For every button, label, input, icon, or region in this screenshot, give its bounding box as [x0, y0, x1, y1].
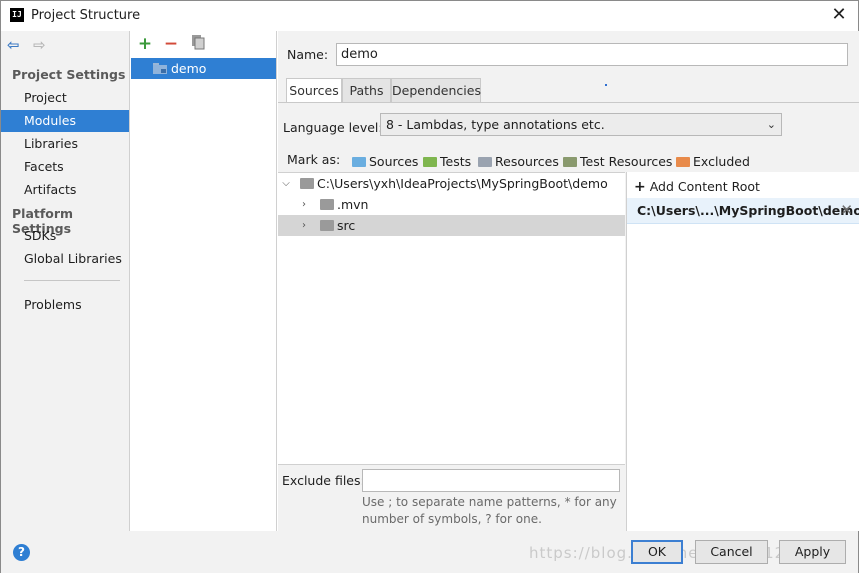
- project-structure-dialog: IJ Project Structure ✕ ⇦ ⇨ Project Setti…: [0, 0, 859, 573]
- exclude-files-hint: Use ; to separate name patterns, * for a…: [362, 495, 617, 526]
- tab-dependencies[interactable]: Dependencies: [391, 78, 481, 103]
- title-bar: IJ Project Structure ✕: [1, 1, 858, 31]
- tree-row-root[interactable]: ⌵ C:\Users\yxh\IdeaProjects\MySpringBoot…: [278, 173, 625, 194]
- sidebar-item-global-libraries[interactable]: Global Libraries: [1, 248, 129, 270]
- add-content-root-button[interactable]: + Add Content Root: [634, 179, 760, 195]
- test-resources-folder-icon: [563, 157, 577, 167]
- sidebar-item-sdks[interactable]: SDKs: [1, 225, 129, 247]
- sidebar-item-problems[interactable]: Problems: [1, 294, 129, 316]
- tree-root-label: C:\Users\yxh\IdeaProjects\MySpringBoot\d…: [317, 176, 608, 191]
- remove-module-icon[interactable]: −: [161, 34, 181, 54]
- forward-arrow-icon[interactable]: ⇨: [33, 36, 55, 54]
- content-root-path: C:\Users\...\MySpringBoot\demo: [637, 203, 859, 218]
- project-settings-heading: Project Settings: [12, 67, 126, 82]
- chevron-right-icon[interactable]: ›: [298, 215, 310, 236]
- module-label: demo: [171, 61, 207, 76]
- mark-excluded-button[interactable]: Excluded: [676, 154, 750, 170]
- ok-button[interactable]: OK: [631, 540, 683, 564]
- dialog-footer: ? https://blog.csdn.net/u012812754 OK Ca…: [1, 531, 858, 573]
- mark-test-resources-label: Test Resources: [580, 154, 673, 169]
- folder-icon: [320, 199, 334, 210]
- language-level-select[interactable]: 8 - Lambdas, type annotations etc. ⌄: [380, 113, 782, 136]
- back-arrow-icon[interactable]: ⇦: [7, 36, 29, 54]
- plus-icon: +: [634, 179, 646, 195]
- add-module-icon[interactable]: +: [135, 34, 155, 54]
- module-folder-icon: [153, 63, 167, 74]
- mark-resources-button[interactable]: Resources: [478, 154, 559, 170]
- tab-divider: [278, 102, 859, 103]
- mark-sources-label: Sources: [369, 154, 419, 169]
- chevron-down-icon: ⌄: [766, 118, 776, 131]
- sidebar-item-modules[interactable]: Modules: [1, 110, 129, 132]
- add-content-root-label: Add Content Root: [649, 179, 760, 194]
- window-title: Project Structure: [31, 8, 141, 23]
- language-level-label: Language level:: [283, 120, 383, 135]
- name-label: Name:: [287, 47, 329, 62]
- copy-module-icon[interactable]: [188, 34, 208, 54]
- module-item-demo[interactable]: demo: [131, 58, 276, 79]
- language-level-value: 8 - Lambdas, type annotations etc.: [386, 117, 605, 132]
- sidebar-divider: [24, 280, 120, 281]
- mark-tests-button[interactable]: Tests: [423, 154, 471, 170]
- tree-src-label: src: [337, 218, 356, 233]
- tests-folder-icon: [423, 157, 437, 167]
- mark-as-label: Mark as:: [287, 152, 341, 167]
- mark-excluded-label: Excluded: [693, 154, 750, 169]
- nav-arrows: ⇦ ⇨: [7, 36, 55, 54]
- module-name-input[interactable]: demo: [336, 43, 848, 66]
- source-tree: ⌵ C:\Users\yxh\IdeaProjects\MySpringBoot…: [278, 172, 625, 464]
- tab-sources[interactable]: Sources: [286, 78, 342, 103]
- content-root-item[interactable]: C:\Users\...\MySpringBoot\demo ✕: [627, 198, 859, 224]
- module-settings-panel: Name: demo Sources Paths Dependencies La…: [278, 31, 859, 531]
- sidebar-item-artifacts[interactable]: Artifacts: [1, 179, 129, 201]
- help-icon[interactable]: ?: [13, 544, 30, 561]
- mark-resources-label: Resources: [495, 154, 559, 169]
- close-window-icon[interactable]: ✕: [828, 5, 850, 27]
- excluded-folder-icon: [676, 157, 690, 167]
- mark-test-resources-button[interactable]: Test Resources: [563, 154, 672, 170]
- exclude-files-input[interactable]: [362, 469, 620, 492]
- tree-row-src[interactable]: › src: [278, 215, 625, 236]
- apply-button[interactable]: Apply: [779, 540, 846, 564]
- chevron-right-icon[interactable]: ›: [298, 194, 310, 215]
- sidebar-item-project[interactable]: Project: [1, 87, 129, 109]
- sidebar-item-facets[interactable]: Facets: [1, 156, 129, 178]
- stray-dot: [605, 84, 607, 86]
- settings-sidebar: ⇦ ⇨ Project Settings Project Modules Lib…: [1, 31, 130, 531]
- exclude-files-area: Exclude files: Use ; to separate name pa…: [278, 464, 625, 531]
- mark-sources-button[interactable]: Sources: [352, 154, 418, 170]
- content-roots-panel: + Add Content Root C:\Users\...\MySpring…: [626, 172, 859, 531]
- resources-folder-icon: [478, 157, 492, 167]
- folder-icon: [300, 178, 314, 189]
- tab-paths[interactable]: Paths: [342, 78, 391, 103]
- modules-list-panel: + − demo: [131, 31, 277, 531]
- tree-mvn-label: .mvn: [337, 197, 369, 212]
- tree-row-mvn[interactable]: › .mvn: [278, 194, 625, 215]
- mark-tests-label: Tests: [440, 154, 472, 169]
- folder-icon: [320, 220, 334, 231]
- chevron-down-icon[interactable]: ⌵: [280, 173, 292, 194]
- sources-folder-icon: [352, 157, 366, 167]
- remove-content-root-icon[interactable]: ✕: [840, 198, 853, 223]
- exclude-files-label: Exclude files:: [282, 473, 365, 488]
- intellij-app-icon: IJ: [10, 8, 24, 22]
- sidebar-item-libraries[interactable]: Libraries: [1, 133, 129, 155]
- cancel-button[interactable]: Cancel: [695, 540, 768, 564]
- modules-toolbar: + −: [131, 31, 276, 57]
